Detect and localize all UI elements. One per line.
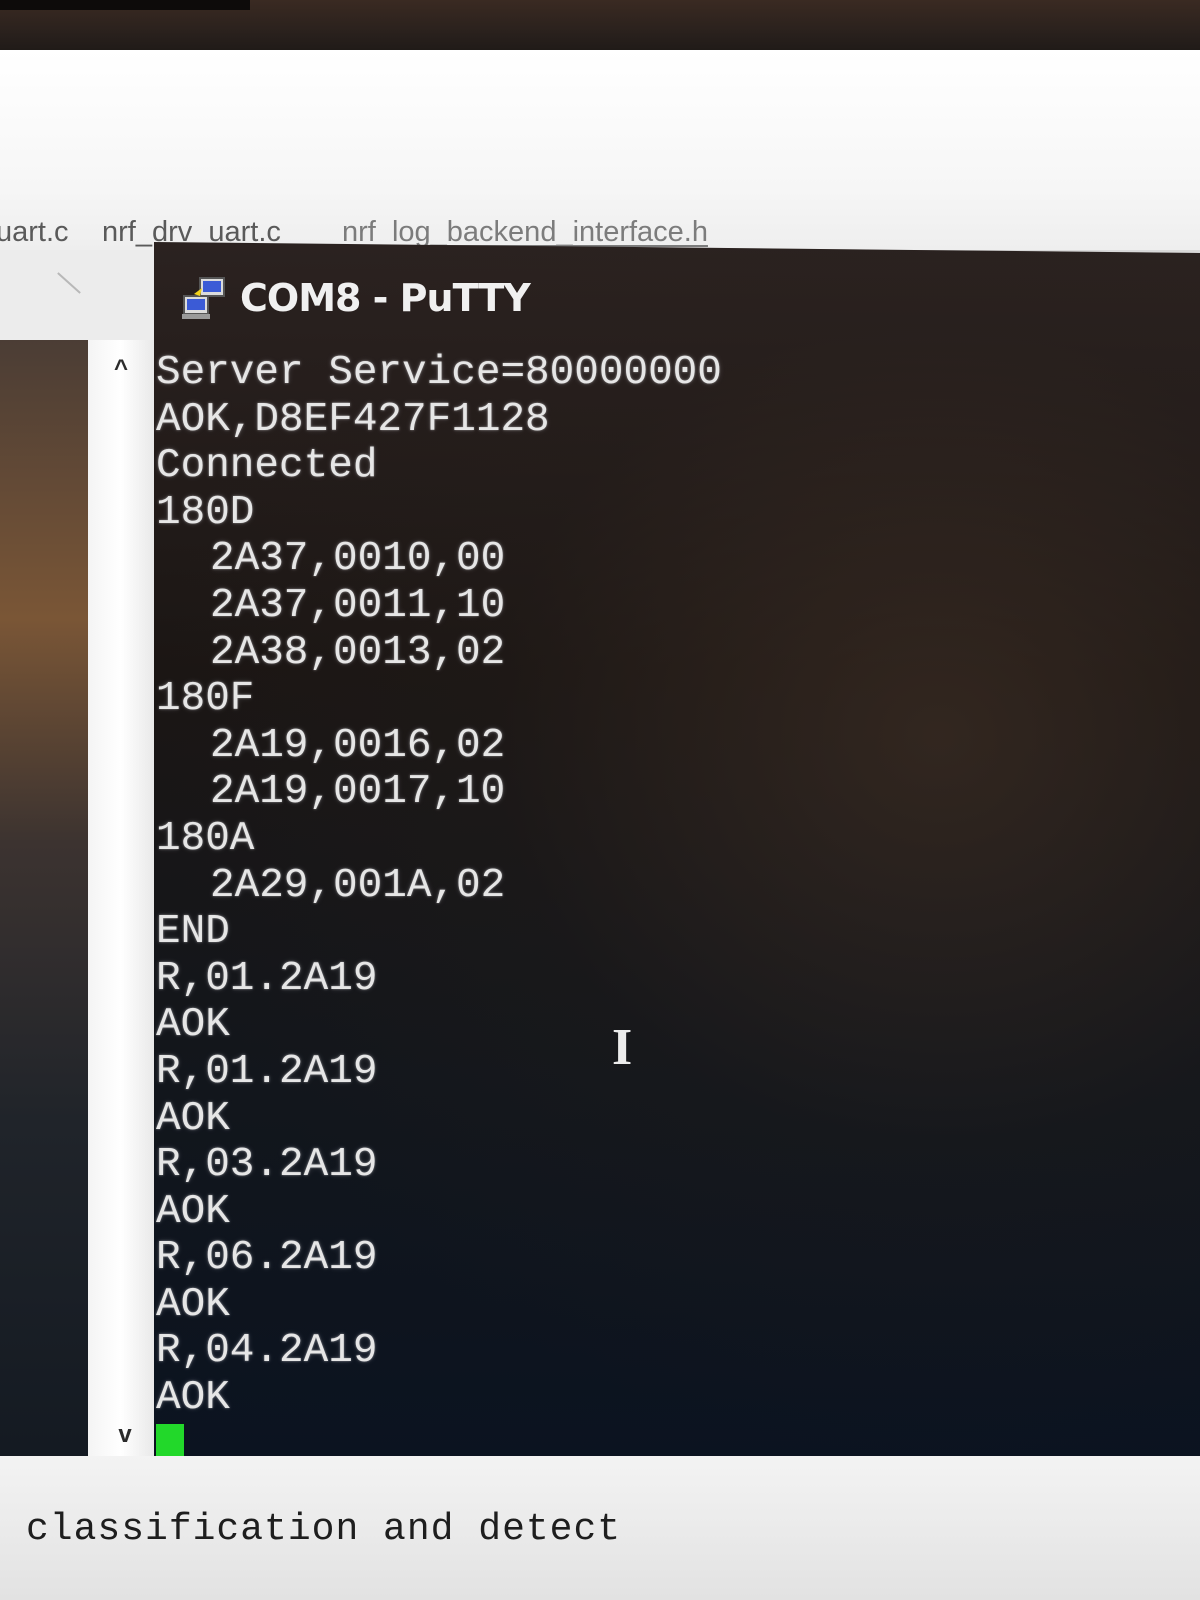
terminal-line: 2A37,0011,10 xyxy=(156,583,1056,630)
terminal-line: 180F xyxy=(156,676,1056,723)
putty-title-bar[interactable]: COM8 - PuTTY xyxy=(180,270,531,326)
terminal-line-text: 2A37,0010,00 xyxy=(210,536,506,583)
background-window-left xyxy=(0,340,88,1456)
terminal-line-text: 2A29,001A,02 xyxy=(210,862,506,909)
scroll-down-icon[interactable]: v xyxy=(110,1422,140,1448)
putty-window-title: COM8 - PuTTY xyxy=(240,276,531,320)
scroll-up-icon[interactable]: ^ xyxy=(106,357,136,381)
terminal-line: AOK xyxy=(156,1375,1056,1422)
terminal-line-text: R,01.2A19 xyxy=(156,955,378,1002)
terminal-line: 2A19,0017,10 xyxy=(156,769,1056,816)
terminal-line-text: AOK xyxy=(156,1188,230,1235)
putty-icon xyxy=(180,274,228,322)
terminal-line: R,04.2A19 xyxy=(156,1328,1056,1375)
terminal-line-text: 2A19,0016,02 xyxy=(210,722,506,769)
tab-uart-c[interactable]: uart.c xyxy=(0,216,69,249)
bezel-shadow xyxy=(0,0,250,10)
terminal-line: AOK xyxy=(156,1002,1056,1049)
terminal-line: 2A37,0010,00 xyxy=(156,536,1056,583)
terminal-line-text: R,03.2A19 xyxy=(156,1142,378,1189)
terminal-line-text: AOK,D8EF427F1128 xyxy=(156,396,550,443)
terminal-line-text: 180A xyxy=(156,815,255,862)
terminal-line-text: AOK xyxy=(156,1375,230,1422)
terminal-line: AOK xyxy=(156,1282,1056,1329)
terminal-line-text: AOK xyxy=(156,1002,230,1049)
terminal-line: R,01.2A19 xyxy=(156,1049,1056,1096)
terminal-line-text: 180F xyxy=(156,676,255,723)
terminal-line: AOK,D8EF427F1128 xyxy=(156,397,1056,444)
terminal-line-text: R,04.2A19 xyxy=(156,1328,378,1375)
text-cursor-icon: I xyxy=(612,1019,633,1076)
terminal-line-text: 2A37,0011,10 xyxy=(210,582,506,629)
background-editor-text: classification and detect xyxy=(26,1508,622,1551)
terminal-output[interactable]: Server Service=80000000 AOK,D8EF427F1128 C… xyxy=(156,350,1056,1468)
terminal-line: 2A29,001A,02 xyxy=(156,863,1056,910)
terminal-line-text: 2A19,0017,10 xyxy=(210,769,506,816)
terminal-scrollbar[interactable] xyxy=(88,340,154,1456)
terminal-line-text: R,06.2A19 xyxy=(156,1235,378,1282)
terminal-line: Connected xyxy=(156,443,1056,490)
terminal-line: 180A xyxy=(156,816,1056,863)
terminal-line: AOK xyxy=(156,1096,1056,1143)
terminal-line: 180D xyxy=(156,490,1056,537)
terminal-line: R,01.2A19 xyxy=(156,956,1056,1003)
terminal-line-text: AOK xyxy=(156,1281,230,1328)
terminal-line-text: Server Service=80000000 xyxy=(156,350,722,396)
terminal-line: AOK xyxy=(156,1189,1056,1236)
terminal-line-text: END xyxy=(156,909,230,956)
terminal-line-text: R,01.2A19 xyxy=(156,1048,378,1095)
terminal-line: Server Service=80000000 xyxy=(156,350,1056,397)
side-panel-header xyxy=(0,250,155,340)
terminal-line-text: AOK xyxy=(156,1095,230,1142)
terminal-line-text: 180D xyxy=(156,489,255,536)
terminal-line: R,06.2A19 xyxy=(156,1235,1056,1282)
terminal-line: END xyxy=(156,909,1056,956)
terminal-line: 2A38,0013,02 xyxy=(156,630,1056,677)
terminal-line: R,03.2A19 xyxy=(156,1142,1056,1189)
terminal-line-text: Connected xyxy=(156,443,378,490)
terminal-line-text: 2A38,0013,02 xyxy=(210,629,506,676)
terminal-line: 2A19,0016,02 xyxy=(156,723,1056,770)
